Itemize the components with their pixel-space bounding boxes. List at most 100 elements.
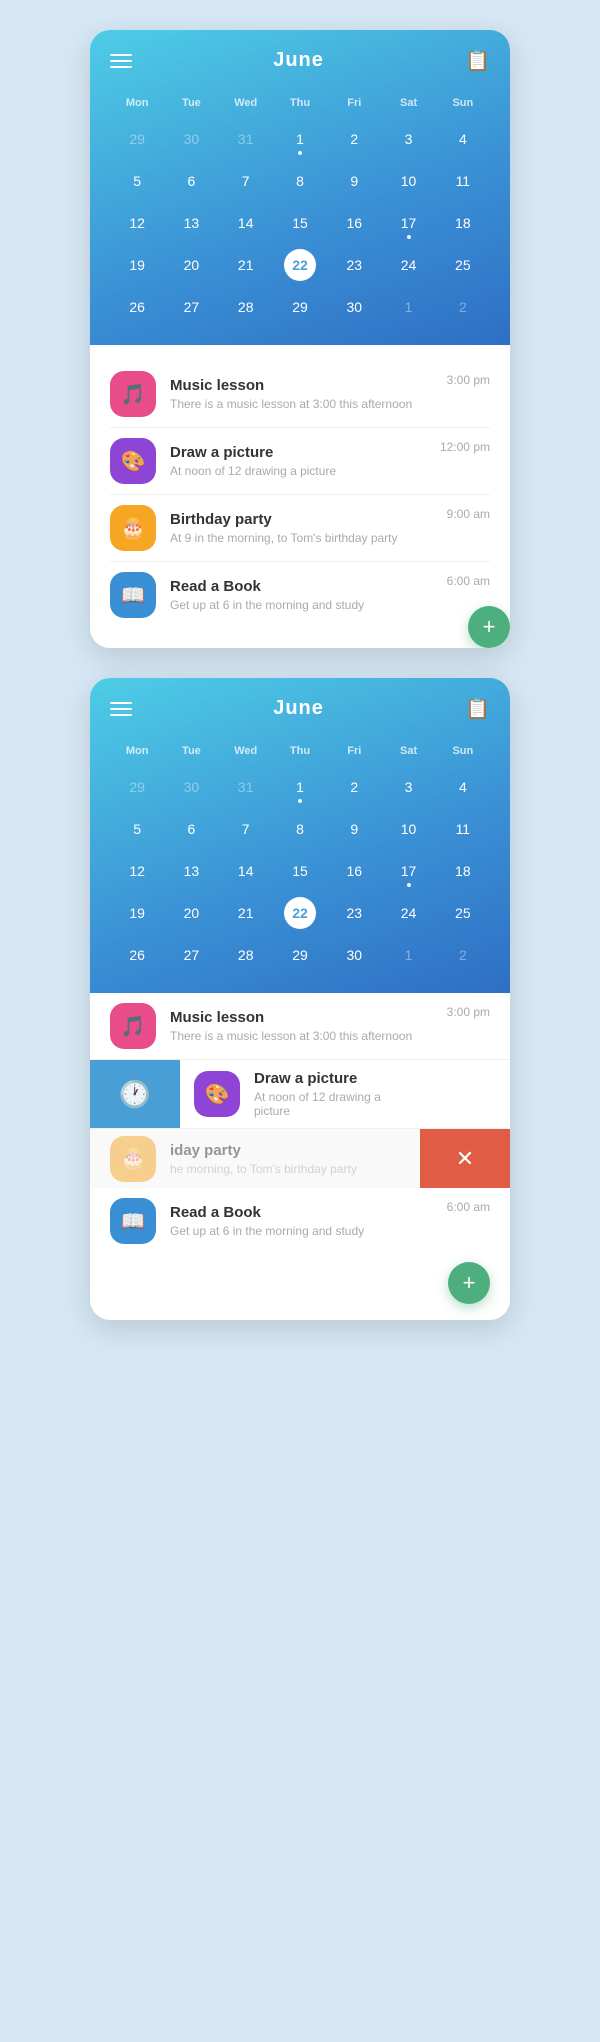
cal-cell[interactable]: 3 (381, 769, 435, 805)
cal-cell[interactable]: 4 (436, 769, 490, 805)
cal-cell[interactable]: 18 (436, 205, 490, 241)
music-icon-2: 🎵 (110, 1003, 156, 1049)
cal-cell[interactable]: 29 (110, 121, 164, 157)
cal-cell[interactable]: 5 (110, 163, 164, 199)
event-content: Music lesson There is a music lesson at … (170, 377, 433, 411)
calendar-grid-1: 2930311234567891011121314151617181920212… (110, 121, 490, 325)
cal-cell[interactable]: 10 (381, 163, 435, 199)
cal-cell[interactable]: 23 (327, 247, 381, 283)
month-title-2: June (273, 697, 324, 720)
cal-cell[interactable]: 22 (273, 895, 327, 931)
cal-cell[interactable]: 22 (273, 247, 327, 283)
cal-cell[interactable]: 16 (327, 205, 381, 241)
cal-cell[interactable]: 14 (219, 853, 273, 889)
event-time: 9:00 am (447, 507, 490, 521)
cal-cell[interactable]: 27 (164, 937, 218, 973)
cal-cell[interactable]: 30 (164, 121, 218, 157)
cal-cell[interactable]: 11 (436, 811, 490, 847)
calendar-header-2: June 📋 Mon Tue Wed Thu Fri Sat Sun 29303… (90, 678, 510, 993)
x-icon: ✕ (456, 1146, 474, 1172)
cal-cell[interactable]: 10 (381, 811, 435, 847)
cal-cell[interactable]: 17 (381, 205, 435, 241)
add-event-fab-2[interactable]: + (448, 1262, 490, 1304)
event-item: 📖 Read a Book Get up at 6 in the morning… (110, 561, 490, 628)
cal-cell[interactable]: 23 (327, 895, 381, 931)
cal-cell[interactable]: 25 (436, 895, 490, 931)
cal-cell[interactable]: 15 (273, 853, 327, 889)
cal-cell[interactable]: 31 (219, 769, 273, 805)
days-header-2: Mon Tue Wed Thu Fri Sat Sun (110, 741, 490, 761)
cal-cell[interactable]: 1 (381, 937, 435, 973)
day-mon: Mon (110, 93, 164, 113)
cal-cell[interactable]: 2 (327, 769, 381, 805)
cal-cell[interactable]: 29 (273, 289, 327, 325)
swipe-left-clock[interactable]: 🕐 (90, 1060, 180, 1128)
cal-cell[interactable]: 31 (219, 121, 273, 157)
cal-cell[interactable]: 8 (273, 163, 327, 199)
event-content: Birthday party At 9 in the morning, to T… (170, 511, 433, 545)
birthday-desc-2: he morning, to Tom's birthday party (170, 1162, 433, 1176)
cal-cell[interactable]: 3 (381, 121, 435, 157)
cal-cell[interactable]: 1 (381, 289, 435, 325)
cal-cell[interactable]: 21 (219, 895, 273, 931)
event-time: 12:00 pm (440, 440, 490, 454)
cal-cell[interactable]: 24 (381, 247, 435, 283)
cal-cell[interactable]: 19 (110, 895, 164, 931)
cal-cell[interactable]: 27 (164, 289, 218, 325)
cal-cell[interactable]: 20 (164, 247, 218, 283)
cal-cell[interactable]: 29 (273, 937, 327, 973)
book-time-2: 6:00 am (447, 1200, 490, 1214)
cal-cell[interactable]: 1 (273, 769, 327, 805)
cal-cell[interactable]: 29 (110, 769, 164, 805)
music-content-2: Music lesson There is a music lesson at … (170, 1009, 433, 1043)
cal-cell[interactable]: 24 (381, 895, 435, 931)
cal-cell[interactable]: 13 (164, 205, 218, 241)
cal-cell[interactable]: 19 (110, 247, 164, 283)
cal-cell[interactable]: 26 (110, 937, 164, 973)
cal-cell[interactable]: 28 (219, 289, 273, 325)
cal-cell[interactable]: 18 (436, 853, 490, 889)
book-content-2: Read a Book Get up at 6 in the morning a… (170, 1204, 433, 1238)
book-icon-2: 📖 (110, 1198, 156, 1244)
day-wed-2: Wed (219, 741, 273, 761)
cal-cell[interactable]: 30 (327, 937, 381, 973)
event-item: 🎂 Birthday party At 9 in the morning, to… (110, 494, 490, 561)
calendar-icon-btn-1[interactable]: 📋 (465, 48, 490, 73)
cal-cell[interactable]: 2 (436, 937, 490, 973)
day-tue-2: Tue (164, 741, 218, 761)
cal-cell[interactable]: 16 (327, 853, 381, 889)
add-event-fab-1[interactable]: + (468, 606, 510, 648)
cal-cell[interactable]: 12 (110, 853, 164, 889)
cal-cell[interactable]: 2 (327, 121, 381, 157)
delete-action[interactable]: ✕ (420, 1129, 510, 1188)
cal-cell[interactable]: 28 (219, 937, 273, 973)
cal-cell[interactable]: 30 (327, 289, 381, 325)
cal-cell[interactable]: 9 (327, 811, 381, 847)
cal-cell[interactable]: 13 (164, 853, 218, 889)
cal-cell[interactable]: 6 (164, 811, 218, 847)
cal-cell[interactable]: 2 (436, 289, 490, 325)
cal-cell[interactable]: 25 (436, 247, 490, 283)
cal-cell[interactable]: 15 (273, 205, 327, 241)
cal-cell[interactable]: 6 (164, 163, 218, 199)
cal-cell[interactable]: 20 (164, 895, 218, 931)
cal-cell[interactable]: 30 (164, 769, 218, 805)
cal-cell[interactable]: 4 (436, 121, 490, 157)
cal-cell[interactable]: 26 (110, 289, 164, 325)
cal-cell[interactable]: 12 (110, 205, 164, 241)
cal-cell[interactable]: 7 (219, 163, 273, 199)
cal-cell[interactable]: 7 (219, 811, 273, 847)
birthday-content-2: iday party he morning, to Tom's birthday… (170, 1142, 433, 1176)
cal-cell[interactable]: 14 (219, 205, 273, 241)
hamburger-icon-2[interactable] (110, 702, 132, 716)
cal-cell[interactable]: 9 (327, 163, 381, 199)
calendar-icon-btn-2[interactable]: 📋 (465, 696, 490, 721)
cal-cell[interactable]: 11 (436, 163, 490, 199)
cal-cell[interactable]: 17 (381, 853, 435, 889)
cal-cell[interactable]: 8 (273, 811, 327, 847)
cal-cell[interactable]: 1 (273, 121, 327, 157)
cal-cell[interactable]: 5 (110, 811, 164, 847)
events-list-1: 🎵 Music lesson There is a music lesson a… (90, 345, 510, 648)
hamburger-icon[interactable] (110, 54, 132, 68)
cal-cell[interactable]: 21 (219, 247, 273, 283)
